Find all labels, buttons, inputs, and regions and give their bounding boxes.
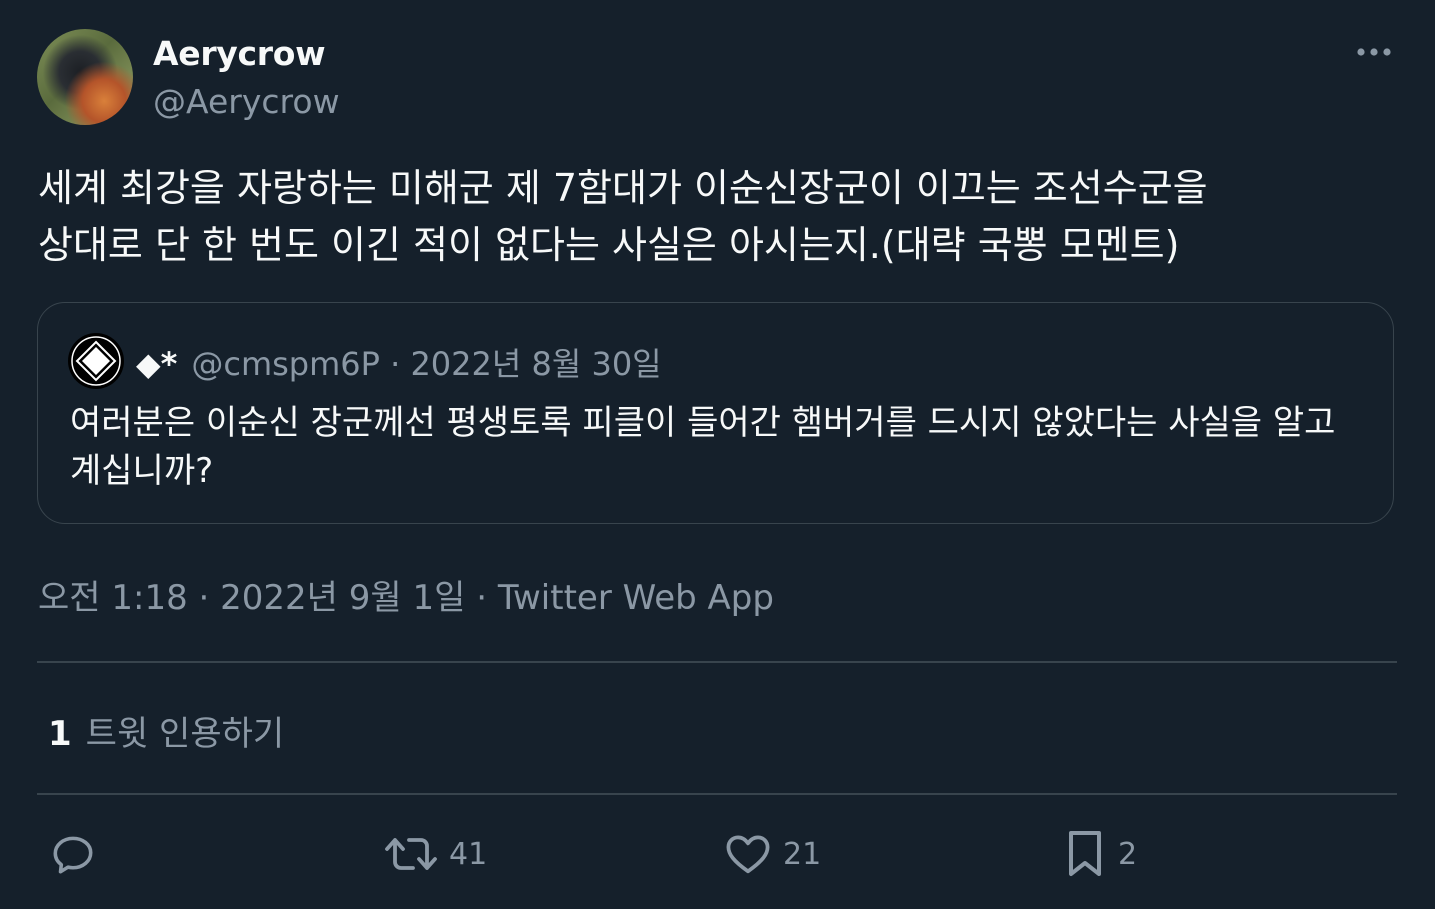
bookmark-count: 2: [1118, 836, 1138, 872]
more-horizontal-icon: [1356, 47, 1392, 57]
reply-button[interactable]: [48, 826, 98, 882]
quote-tweets-link[interactable]: 1 트윗 인용하기: [48, 706, 284, 755]
bookmark-button[interactable]: 2: [1062, 826, 1137, 882]
quoted-tweet-header: ◆* @cmspm6P · 2022년 8월 30일: [136, 339, 662, 385]
reply-icon: [48, 829, 98, 879]
tweet-source[interactable]: Twitter Web App: [498, 578, 774, 618]
quoted-tweet-card[interactable]: ◆* @cmspm6P · 2022년 8월 30일 여러분은 이순신 장군께선…: [37, 302, 1394, 524]
like-count: 21: [783, 836, 822, 872]
quoted-tweet-text: 여러분은 이순신 장군께선 평생토록 피클이 들어간 햄버거를 드시지 않았다는…: [70, 403, 1336, 491]
divider: [37, 793, 1397, 795]
retweet-count: 41: [449, 836, 488, 872]
meta-separator: ·: [476, 578, 498, 618]
heart-icon: [723, 829, 773, 879]
author-display-name[interactable]: Aerycrow: [153, 34, 326, 73]
quote-count: 1: [48, 714, 72, 754]
meta-separator: ·: [379, 345, 411, 383]
meta-separator: ·: [198, 578, 221, 618]
quoted-author-name: ◆*: [136, 345, 178, 383]
tweet-time[interactable]: 오전 1:18: [38, 578, 188, 618]
tweet-date[interactable]: 2022년 9월 1일: [220, 578, 465, 618]
tweet-timestamp: 오전 1:18 · 2022년 9월 1일 · Twitter Web App: [38, 570, 774, 619]
divider: [37, 661, 1397, 663]
quoted-author-avatar: [68, 333, 124, 389]
like-button[interactable]: 21: [723, 826, 821, 882]
retweet-button[interactable]: 41: [383, 826, 487, 882]
more-options-button[interactable]: [1352, 34, 1396, 70]
quote-label: 트윗 인용하기: [85, 714, 285, 754]
bookmark-icon: [1062, 828, 1108, 880]
quoted-author-handle: @cmspm6P: [191, 345, 380, 383]
author-avatar[interactable]: [37, 29, 133, 125]
author-handle[interactable]: @Aerycrow: [153, 82, 340, 121]
quoted-tweet-date: 2022년 8월 30일: [410, 345, 662, 383]
tweet-text: 세계 최강을 자랑하는 미해군 제 7함대가 이순신장군이 이끄는 조선수군을 …: [38, 166, 1208, 267]
retweet-icon: [383, 829, 439, 879]
